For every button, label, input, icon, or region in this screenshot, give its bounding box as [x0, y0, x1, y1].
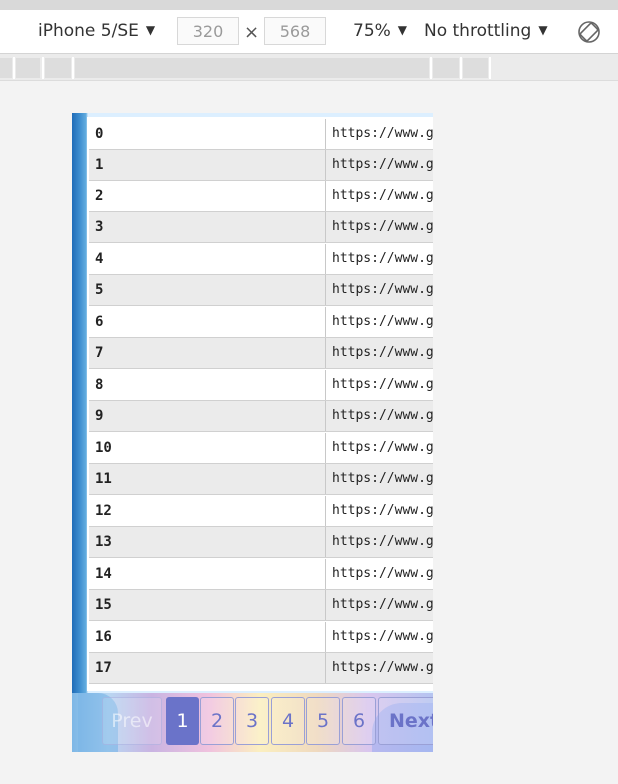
height-input[interactable]: 568 [264, 17, 326, 45]
table-row: 17 https://www.gc [89, 653, 433, 684]
row-url-cell[interactable]: https://www.gc [326, 496, 433, 526]
table-row: 2 https://www.gc [89, 181, 433, 212]
pagination: Prev 1 2 3 4 5 6 Next [72, 697, 433, 747]
table-row: 11 https://www.gc [89, 464, 433, 495]
page-button-1[interactable]: 1 [166, 697, 199, 745]
row-index-cell: 10 [89, 433, 326, 463]
ruler-divider [72, 57, 74, 79]
ruler-divider [460, 57, 462, 79]
device-toolbar: iPhone 5/SE ▼ 320 × 568 75% ▼ No throttlin… [0, 10, 618, 54]
device-select[interactable]: iPhone 5/SE ▼ [38, 10, 155, 53]
zoom-select[interactable]: 75% ▼ [353, 10, 407, 53]
row-url-cell[interactable]: https://www.gc [326, 119, 433, 149]
row-index-cell: 11 [89, 464, 326, 494]
row-index-cell: 6 [89, 307, 326, 337]
media-query-segment[interactable] [0, 58, 12, 78]
media-query-segment[interactable] [45, 58, 71, 78]
row-url-cell[interactable]: https://www.gc [326, 244, 433, 274]
table-row: 8 https://www.gc [89, 370, 433, 401]
table-row: 5 https://www.gc [89, 275, 433, 306]
ruler-divider [42, 57, 44, 79]
row-index-cell: 5 [89, 275, 326, 305]
window-top-strip [0, 0, 618, 10]
page-button-6[interactable]: 6 [342, 697, 376, 745]
row-url-cell[interactable]: https://www.gc [326, 307, 433, 337]
row-index-cell: 16 [89, 622, 326, 652]
row-url-cell[interactable]: https://www.gc [326, 338, 433, 368]
row-url-cell[interactable]: https://www.gc [326, 370, 433, 400]
ruler-divider [489, 57, 491, 79]
row-index-cell: 9 [89, 401, 326, 431]
row-index-cell: 14 [89, 559, 326, 589]
times-separator: × [244, 22, 260, 43]
row-url-cell[interactable]: https://www.gc [326, 433, 433, 463]
row-url-cell[interactable]: https://www.gc [326, 622, 433, 652]
row-url-cell[interactable]: https://www.gc [326, 181, 433, 211]
row-index-cell: 13 [89, 527, 326, 557]
media-query-segment[interactable] [463, 58, 488, 78]
row-index-cell: 0 [89, 119, 326, 149]
row-url-cell[interactable]: https://www.gc [326, 653, 433, 683]
zoom-label: 75% [353, 21, 391, 41]
row-url-cell[interactable]: https://www.gc [326, 559, 433, 589]
chevron-down-icon: ▼ [397, 23, 408, 37]
media-query-segment[interactable] [16, 58, 40, 78]
table-row: 0 https://www.gc [89, 119, 433, 150]
table-row: 9 https://www.gc [89, 401, 433, 432]
width-input[interactable]: 320 [177, 17, 239, 45]
ruler-divider [430, 57, 432, 79]
row-index-cell: 12 [89, 496, 326, 526]
row-index-cell: 8 [89, 370, 326, 400]
table-row: 6 https://www.gc [89, 307, 433, 338]
row-index-cell: 7 [89, 338, 326, 368]
media-query-segment[interactable] [75, 58, 429, 78]
table-row: 3 https://www.gc [89, 212, 433, 243]
row-url-cell[interactable]: https://www.gc [326, 401, 433, 431]
page-button-3[interactable]: 3 [235, 697, 269, 745]
page-button-2[interactable]: 2 [200, 697, 234, 745]
table-row: 15 https://www.gc [89, 590, 433, 621]
row-index-cell: 1 [89, 150, 326, 180]
row-url-cell[interactable]: https://www.gc [326, 590, 433, 620]
row-url-cell[interactable]: https://www.gc [326, 212, 433, 242]
table-row: 4 https://www.gc [89, 244, 433, 275]
row-index-cell: 15 [89, 590, 326, 620]
device-label: iPhone 5/SE [38, 21, 139, 41]
throttling-label: No throttling [424, 21, 532, 41]
device-viewport: ‾‾ 0 https://www.gc 1 https://www.gc 2 h… [72, 113, 433, 752]
next-page-button[interactable]: Next [378, 697, 433, 745]
row-index-cell: 2 [89, 181, 326, 211]
table-row: 13 https://www.gc [89, 527, 433, 558]
table-row: 16 https://www.gc [89, 622, 433, 653]
row-index-cell: 3 [89, 212, 326, 242]
page-button-4[interactable]: 4 [271, 697, 305, 745]
row-url-cell[interactable]: https://www.gc [326, 275, 433, 305]
rotate-icon[interactable] [576, 19, 602, 45]
row-url-cell[interactable]: https://www.gc [326, 150, 433, 180]
row-url-cell[interactable]: https://www.gc [326, 527, 433, 557]
media-query-segment[interactable] [433, 58, 459, 78]
row-index-cell: 4 [89, 244, 326, 274]
prev-page-button[interactable]: Prev [102, 697, 162, 745]
media-query-bar [0, 54, 618, 81]
table-row: 14 https://www.gc [89, 559, 433, 590]
results-table: ‾‾ 0 https://www.gc 1 https://www.gc 2 h… [87, 117, 433, 691]
ruler-divider [13, 57, 15, 79]
table-row: 12 https://www.gc [89, 496, 433, 527]
page-button-5[interactable]: 5 [306, 697, 340, 745]
throttling-select[interactable]: No throttling ▼ [424, 10, 548, 53]
chevron-down-icon: ▼ [145, 23, 156, 37]
table-row: 10 https://www.gc [89, 433, 433, 464]
row-index-cell: 17 [89, 653, 326, 683]
table-row: 7 https://www.gc [89, 338, 433, 369]
row-url-cell[interactable]: https://www.gc [326, 464, 433, 494]
table-row: 1 https://www.gc [89, 150, 433, 181]
chevron-down-icon: ▼ [538, 23, 548, 37]
